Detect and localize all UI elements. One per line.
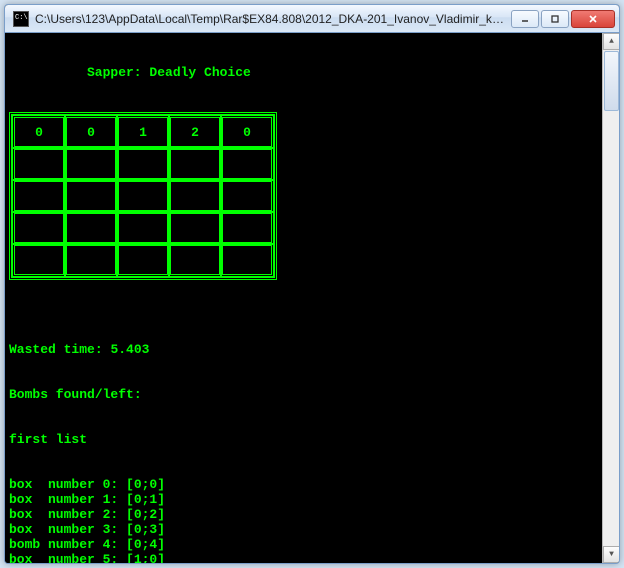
game-title: Sapper: Deadly Choice: [9, 65, 598, 80]
maximize-icon: [550, 14, 560, 24]
list-item: box number 1: [0;1]: [9, 492, 598, 507]
grid-cell[interactable]: [222, 213, 272, 243]
titlebar[interactable]: C:\Users\123\AppData\Local\Temp\Rar$EX84…: [5, 5, 619, 33]
list-item: box number 5: [1;0]: [9, 552, 598, 563]
console-output: Sapper: Deadly Choice 0 0 1 2 0 Wasted t…: [5, 33, 602, 563]
grid-cell[interactable]: [170, 213, 220, 243]
game-grid: 0 0 1 2 0: [9, 112, 277, 280]
grid-cell[interactable]: [170, 245, 220, 275]
grid-cell[interactable]: [14, 213, 64, 243]
list-item: box number 2: [0;2]: [9, 507, 598, 522]
grid-header-cell[interactable]: 1: [118, 117, 168, 147]
first-list-label: first list: [9, 432, 598, 447]
close-button[interactable]: [571, 10, 615, 28]
grid-cell[interactable]: [66, 181, 116, 211]
scroll-up-button[interactable]: ▲: [603, 33, 619, 50]
bombs-label: Bombs found/left:: [9, 387, 598, 402]
client-area: Sapper: Deadly Choice 0 0 1 2 0 Wasted t…: [5, 33, 619, 563]
grid-cell[interactable]: [66, 245, 116, 275]
text-lines: Wasted time: 5.403 Bombs found/left: fir…: [9, 312, 598, 563]
list-item: box number 0: [0;0]: [9, 477, 598, 492]
console-icon: [13, 11, 29, 27]
wasted-time-line: Wasted time: 5.403: [9, 342, 598, 357]
grid-cell[interactable]: [66, 149, 116, 179]
grid-cell[interactable]: [14, 149, 64, 179]
grid-cell[interactable]: [66, 213, 116, 243]
grid-header-cell[interactable]: 0: [66, 117, 116, 147]
list-item: box number 3: [0;3]: [9, 522, 598, 537]
grid-cell[interactable]: [118, 181, 168, 211]
scroll-thumb[interactable]: [604, 51, 619, 111]
minimize-button[interactable]: [511, 10, 539, 28]
grid-header-cell[interactable]: 0: [14, 117, 64, 147]
scroll-down-button[interactable]: ▼: [603, 546, 619, 563]
minimize-icon: [520, 14, 530, 24]
grid-cell[interactable]: [14, 245, 64, 275]
maximize-button[interactable]: [541, 10, 569, 28]
wasted-time-label: Wasted time:: [9, 342, 103, 357]
grid-cell[interactable]: [222, 149, 272, 179]
close-icon: [588, 14, 598, 24]
grid-cell[interactable]: [118, 245, 168, 275]
grid-header-cell[interactable]: 0: [222, 117, 272, 147]
window-controls: [511, 10, 615, 28]
grid-cell[interactable]: [118, 149, 168, 179]
grid-cell[interactable]: [222, 245, 272, 275]
wasted-time-value: 5.403: [110, 342, 149, 357]
vertical-scrollbar[interactable]: ▲ ▼: [602, 33, 619, 563]
list-item: bomb number 4: [0;4]: [9, 537, 598, 552]
grid-cell[interactable]: [118, 213, 168, 243]
grid-cell[interactable]: [170, 149, 220, 179]
grid-cell[interactable]: [222, 181, 272, 211]
grid-cell[interactable]: [170, 181, 220, 211]
app-window: C:\Users\123\AppData\Local\Temp\Rar$EX84…: [4, 4, 620, 564]
grid-header-cell[interactable]: 2: [170, 117, 220, 147]
window-title: C:\Users\123\AppData\Local\Temp\Rar$EX84…: [35, 12, 505, 26]
grid-header-row: 0 0 1 2 0: [14, 117, 272, 147]
grid-cell[interactable]: [14, 181, 64, 211]
